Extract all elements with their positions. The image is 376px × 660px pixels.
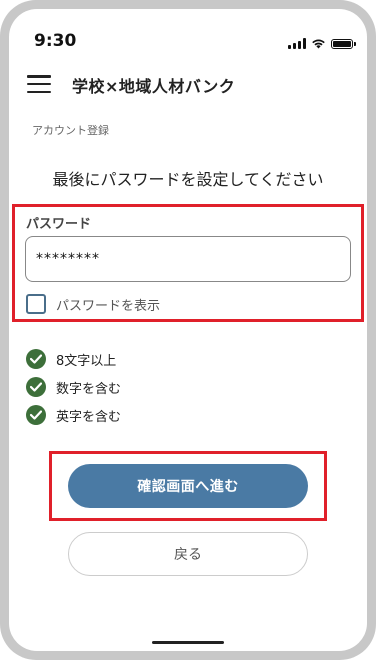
phone-frame: 9:30 学校×地域人材バンク アカウント登録 最後にパスワードを設定してくださ…: [0, 0, 376, 660]
rule-label: 数字を含む: [56, 381, 122, 397]
battery-icon: [331, 38, 356, 49]
show-password-checkbox[interactable]: [26, 294, 46, 314]
check-circle-icon: [26, 377, 46, 397]
rule-item: 数字を含む: [26, 373, 121, 401]
status-time: 9:30: [34, 31, 77, 51]
screen: 9:30 学校×地域人材バンク アカウント登録 最後にパスワードを設定してくださ…: [9, 9, 367, 651]
confirm-button[interactable]: 確認画面へ進む: [68, 464, 308, 508]
rule-label: 英字を含む: [56, 409, 122, 425]
menu-icon[interactable]: [27, 75, 51, 93]
home-indicator: [152, 641, 224, 644]
breadcrumb: アカウント登録: [32, 124, 109, 137]
signal-icon: [288, 38, 306, 49]
check-circle-icon: [26, 405, 46, 425]
wifi-icon: [312, 39, 325, 49]
status-icons: [288, 38, 356, 49]
password-input[interactable]: ********: [25, 236, 351, 282]
back-button[interactable]: 戻る: [68, 532, 308, 576]
show-password-toggle[interactable]: パスワードを表示: [26, 294, 160, 314]
password-rules: 8文字以上 数字を含む 英字を含む: [26, 345, 121, 429]
page-heading: 最後にパスワードを設定してください: [52, 170, 324, 189]
password-label: パスワード: [26, 217, 92, 232]
rule-item: 英字を含む: [26, 401, 121, 429]
app-title: 学校×地域人材バンク: [72, 77, 236, 96]
rule-item: 8文字以上: [26, 345, 121, 373]
show-password-label: パスワードを表示: [56, 298, 161, 314]
rule-label: 8文字以上: [56, 353, 117, 369]
check-circle-icon: [26, 349, 46, 369]
